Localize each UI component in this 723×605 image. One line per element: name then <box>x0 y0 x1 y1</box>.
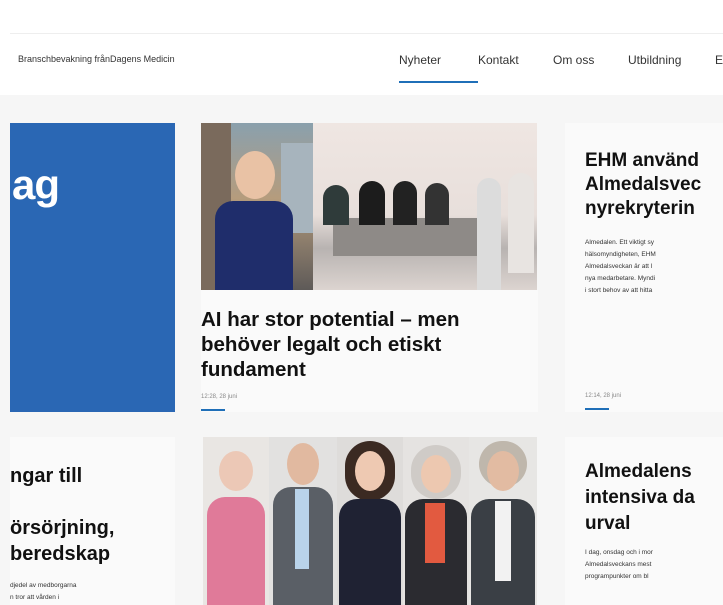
face-shape <box>421 455 451 493</box>
portrait-photo-5[interactable] <box>469 437 537 605</box>
blazer-shape <box>207 497 265 605</box>
menu-item-kontakt[interactable]: Kontakt <box>478 34 553 86</box>
person-shape-1 <box>323 185 349 225</box>
person-shape-6 <box>508 173 534 273</box>
ehm-excerpt: Almedalen. Ett viktigt sy hälsomyndighet… <box>585 239 656 294</box>
face-shape <box>235 151 275 199</box>
portrait-photo-2[interactable] <box>269 437 337 605</box>
ehm-accent-line <box>585 408 609 410</box>
face-shape <box>219 451 253 491</box>
face-shape <box>355 451 385 491</box>
almedalens-headline[interactable]: Almedalens intensiva da urval <box>585 459 723 537</box>
feature-accent-line <box>201 409 225 411</box>
forsorjning-headline-top[interactable]: ngar till <box>10 465 82 488</box>
person-shape-2 <box>359 181 385 225</box>
almedalens-excerpt: I dag, onsdag och i mor Almedalsveckans … <box>585 549 653 580</box>
article-card-forsorjning[interactable]: ngar till örsörjning, beredskap djedel a… <box>10 437 175 605</box>
site-brand-link[interactable]: Branschbevakning frånDagens Medicin <box>18 54 175 64</box>
person-shape-3 <box>393 181 417 225</box>
article-card-ehm[interactable]: EHM använd Almedalsvec nyrekryterin Alme… <box>565 123 723 412</box>
forsorjning-headline-bottom[interactable]: örsörjning, beredskap <box>10 515 114 567</box>
person-shape-4 <box>425 183 449 225</box>
menu-item-om-oss[interactable]: Om oss <box>553 34 628 86</box>
article-card-almedalens[interactable]: Almedalens intensiva da urval I dag, ons… <box>565 437 723 605</box>
person-shape-5 <box>477 178 501 290</box>
portrait-photo-3[interactable] <box>337 437 403 605</box>
menu-item-nyheter[interactable]: Nyheter <box>399 34 478 86</box>
shirt-shape <box>495 501 511 581</box>
main-menu: Nyheter Kontakt Om oss Utbildning E <box>399 34 723 86</box>
blazer-shape <box>339 499 401 605</box>
face-shape <box>487 451 519 491</box>
ehm-timestamp: 12:14, 28 juni <box>585 393 622 399</box>
face-shape <box>287 443 319 485</box>
top-shape <box>425 503 445 563</box>
shirt-shape <box>295 489 309 569</box>
dress-shape <box>215 201 293 290</box>
ehm-headline[interactable]: EHM använd Almedalsvec nyrekryterin <box>585 149 723 221</box>
portrait-photo-1[interactable] <box>203 437 269 605</box>
feature-photo-panel[interactable] <box>313 123 537 290</box>
feature-photo-portrait[interactable] <box>201 123 313 290</box>
article-card-blue[interactable]: ag <box>10 123 175 412</box>
menu-item-utbildning[interactable]: Utbildning <box>628 34 715 86</box>
forsorjning-excerpt: djedel av medborgarna n tror att vården … <box>10 582 77 601</box>
feature-headline[interactable]: AI har stor potential – men behöver lega… <box>201 307 531 382</box>
blue-card-title: ag <box>12 161 60 208</box>
top-navigation: Branschbevakning frånDagens Medicin Nyhe… <box>10 33 723 86</box>
menu-item-e[interactable]: E <box>715 34 723 86</box>
feature-timestamp: 12:28, 28 juni <box>201 394 238 400</box>
portrait-photo-4[interactable] <box>403 437 469 605</box>
